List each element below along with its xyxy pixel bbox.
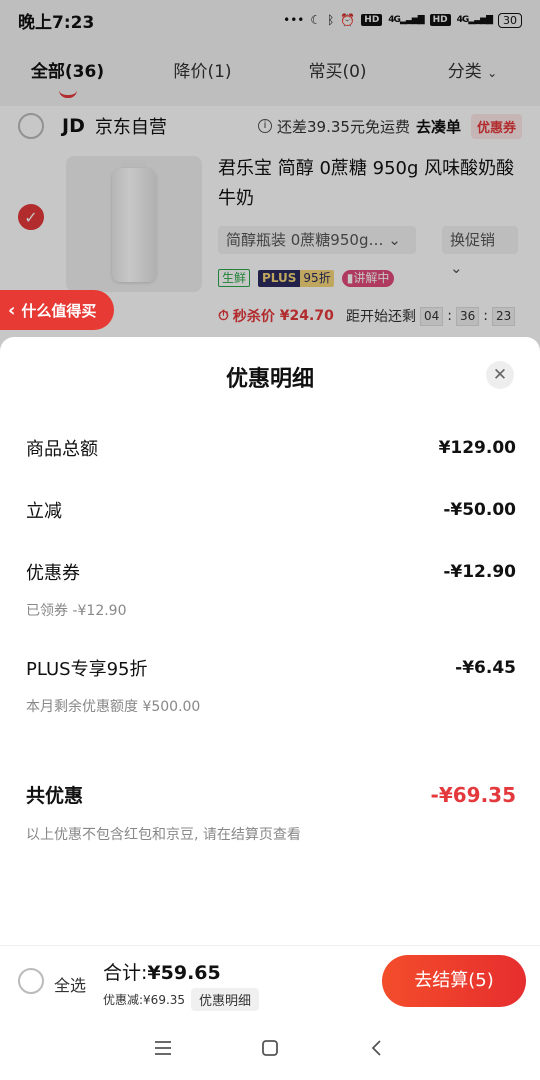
row-label: PLUS专享95折 [26,659,148,680]
discount-row: 优惠券 -¥12.90 [26,559,516,585]
back-icon[interactable] [357,1028,397,1068]
row-label: 优惠券 [26,563,80,584]
checkout-button[interactable]: 去结算(5) [382,955,526,1007]
discount-row: 商品总额 ¥129.00 [26,435,516,461]
plus-quota-note: 本月剩余优惠额度 ¥500.00 [26,699,201,715]
sheet-title: 优惠明细 [225,367,314,392]
checkout-bar: 全选 合计:¥59.65 优惠减:¥69.35 优惠明细 去结算(5) [0,945,540,1015]
close-icon[interactable]: ✕ [486,361,514,389]
discount-detail-sheet: 优惠明细 ✕ 商品总额 ¥129.00 立减 -¥50.00 优惠券 -¥12.… [0,337,540,945]
total-discount-label: 共优惠 [26,785,84,807]
menu-icon[interactable] [143,1028,183,1068]
system-nav-bar [0,1015,540,1080]
coupon-note: 已领券 -¥12.90 [26,603,127,619]
select-all-label[interactable]: 全选 [54,972,86,996]
row-amount: ¥129.00 [438,438,516,458]
discount-row: PLUS专享95折 -¥6.45 [26,655,516,681]
discount-row: 立减 -¥50.00 [26,497,516,523]
worth-buying-tab[interactable]: ‹ 什么值得买 [0,290,114,330]
chevron-left-icon: ‹ [8,299,16,321]
total-discount-row: 共优惠 -¥69.35 [26,781,516,808]
discount-detail-button[interactable]: 优惠明细 [191,988,260,1011]
total-discount-amount: -¥69.35 [430,782,516,807]
discount-footer-note: 以上优惠不包含红包和京豆, 请在结算页查看 [26,827,301,843]
row-label: 商品总额 [26,439,98,460]
row-amount: -¥6.45 [455,658,516,678]
row-amount: -¥12.90 [443,562,516,582]
home-icon[interactable] [250,1028,290,1068]
row-amount: -¥50.00 [443,500,516,520]
total-price: 合计:¥59.65 [103,962,221,984]
select-all-checkbox[interactable] [18,968,44,994]
row-label: 立减 [26,501,62,522]
discount-summary: 优惠减:¥69.35 优惠明细 [103,988,260,1011]
